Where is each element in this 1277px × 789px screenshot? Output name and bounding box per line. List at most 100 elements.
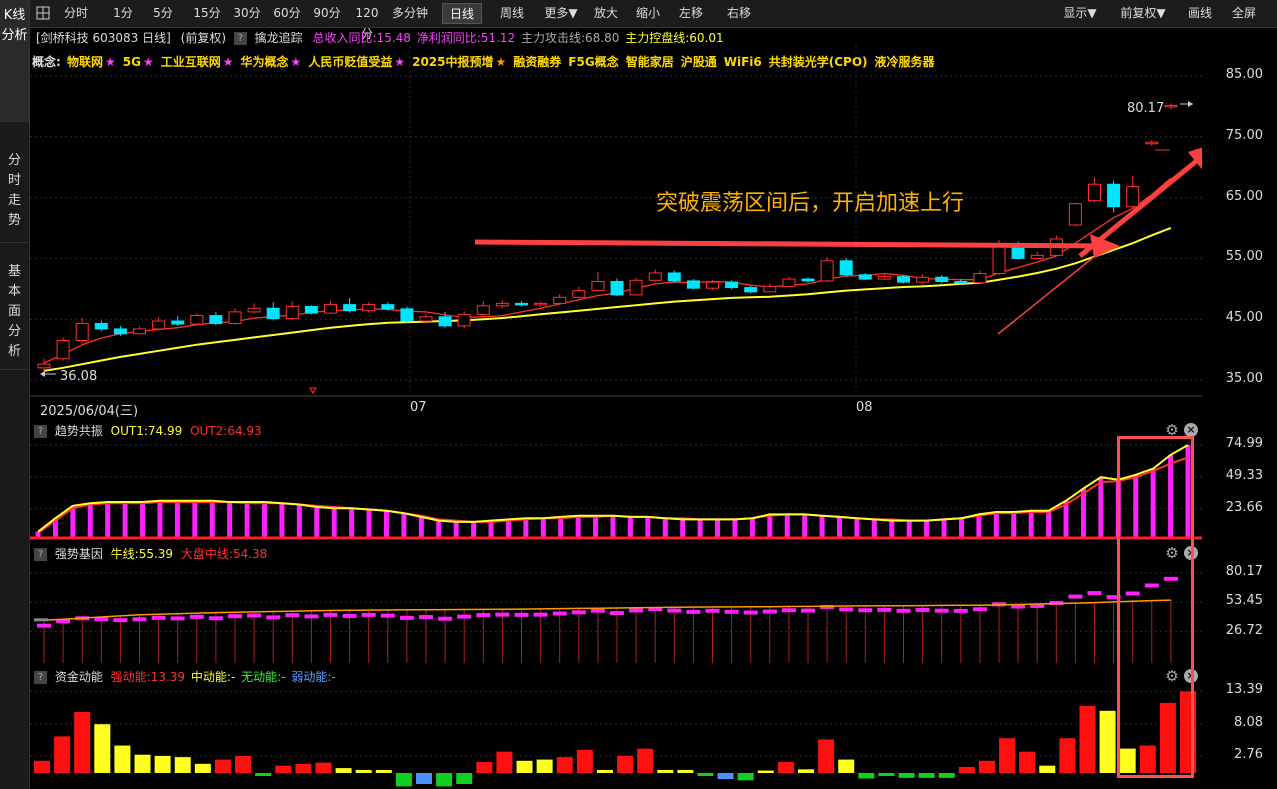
candle-body bbox=[1107, 183, 1121, 208]
period-btn[interactable]: 周线 bbox=[494, 3, 530, 24]
gene-block bbox=[667, 608, 682, 613]
gene-block bbox=[762, 609, 777, 614]
gene-block bbox=[552, 611, 567, 616]
period-btn[interactable]: 90分 bbox=[310, 3, 344, 24]
month-label: 07 bbox=[410, 400, 427, 415]
period-btn[interactable]: 15分 bbox=[190, 3, 224, 24]
gene-block bbox=[724, 609, 739, 614]
candle-body bbox=[686, 280, 700, 289]
period-btn[interactable]: 缩小 bbox=[630, 3, 666, 24]
momentum-bar bbox=[416, 773, 432, 784]
trend-bar bbox=[558, 516, 564, 538]
period-btn[interactable]: 60分 bbox=[270, 3, 304, 24]
period-btn[interactable]: 放大 bbox=[588, 3, 624, 24]
price-tick-label: 55.00 bbox=[1225, 249, 1263, 265]
candle-body bbox=[897, 276, 910, 283]
adjust-menu[interactable]: 前复权▼ bbox=[1110, 3, 1176, 24]
help-icon[interactable]: ? bbox=[34, 671, 47, 684]
trend-bar bbox=[366, 509, 372, 538]
momentum-bar bbox=[958, 766, 975, 773]
help-icon[interactable]: ? bbox=[34, 425, 47, 438]
kline-chart[interactable] bbox=[30, 46, 1202, 418]
trend-bar bbox=[749, 518, 755, 538]
period-btn[interactable]: 120分 bbox=[350, 3, 384, 41]
momentum-bar bbox=[54, 736, 71, 773]
draw-button[interactable]: 画线 bbox=[1180, 3, 1220, 24]
candle-body bbox=[75, 322, 89, 341]
period-btn[interactable]: 日线 bbox=[442, 3, 482, 24]
candle-body bbox=[247, 307, 261, 313]
tab-timeshare[interactable]: 分时走势 bbox=[0, 123, 29, 243]
trend-panel-title: 趋势共振 bbox=[54, 424, 103, 438]
grid-icon[interactable] bbox=[34, 3, 52, 24]
strong-axis: 80.17 53.45 26.72 bbox=[1203, 563, 1277, 663]
candle-body bbox=[56, 339, 70, 360]
gene-block bbox=[571, 610, 586, 615]
trend-bar bbox=[627, 516, 633, 538]
close-icon[interactable]: × bbox=[1184, 423, 1198, 437]
period-btn[interactable]: 右移 bbox=[720, 3, 758, 24]
candle-body bbox=[476, 305, 490, 315]
tab-kline-analysis[interactable]: K线分析 bbox=[0, 0, 29, 122]
candle-body bbox=[400, 308, 414, 322]
candle-body bbox=[94, 322, 108, 330]
candle-body bbox=[285, 305, 299, 320]
gene-block bbox=[228, 614, 242, 619]
gene-block bbox=[266, 615, 281, 620]
momentum-bar bbox=[355, 769, 372, 773]
momentum-bar bbox=[235, 755, 252, 773]
fullscreen-button[interactable]: 全屏 bbox=[1224, 3, 1264, 24]
momentum-bar bbox=[1099, 710, 1116, 773]
period-btn[interactable]: 1分 bbox=[108, 3, 138, 24]
candle-body bbox=[419, 316, 433, 322]
trend-bar bbox=[331, 508, 337, 538]
candle-body bbox=[534, 302, 548, 306]
high-price-label: 80.17 bbox=[1127, 101, 1165, 116]
momentum-bar bbox=[154, 755, 171, 773]
gene-block bbox=[399, 615, 414, 620]
momentum-bar bbox=[818, 739, 835, 773]
period-btn[interactable]: 多分钟 bbox=[388, 3, 432, 24]
strong-gene-chart[interactable] bbox=[30, 563, 1202, 663]
mid-momentum: 中动能:- bbox=[190, 670, 236, 684]
candle-body bbox=[572, 290, 586, 298]
period-btn[interactable]: 更多▼ bbox=[540, 3, 582, 24]
candle-body bbox=[209, 315, 223, 324]
fund-momentum-chart[interactable] bbox=[30, 685, 1202, 789]
momentum-bar bbox=[255, 773, 272, 777]
candle-body bbox=[190, 315, 204, 325]
help-icon[interactable]: ? bbox=[34, 548, 47, 561]
momentum-bar bbox=[1039, 765, 1056, 773]
candle-body bbox=[515, 302, 528, 306]
period-btn[interactable]: 30分 bbox=[230, 3, 264, 24]
gene-block bbox=[457, 614, 472, 619]
price-tick-label: 75.00 bbox=[1225, 127, 1263, 143]
candle-body bbox=[858, 274, 872, 280]
trend-bar bbox=[767, 514, 773, 538]
gene-block bbox=[514, 612, 529, 617]
trend-resonance-chart[interactable] bbox=[30, 438, 1202, 542]
trend-bar bbox=[105, 502, 111, 538]
gene-block bbox=[839, 607, 854, 612]
period-btn[interactable]: 左移 bbox=[672, 3, 710, 24]
candle-body bbox=[1126, 186, 1140, 208]
candle-body bbox=[839, 260, 853, 276]
fund-axis: 13.39 8.08 2.76 bbox=[1203, 682, 1277, 789]
gene-block bbox=[915, 607, 930, 612]
help-icon[interactable]: ? bbox=[233, 32, 247, 45]
candle-body bbox=[457, 313, 471, 327]
period-btn[interactable]: 5分 bbox=[148, 3, 178, 24]
momentum-bar bbox=[838, 759, 855, 773]
display-menu[interactable]: 显示▼ bbox=[1052, 3, 1108, 24]
toolbar: 分时 1分 5分 15分 30分 60分 90分 120分 多分钟 日线 周线 更多▼ 放大 缩小 左移 右移… bbox=[30, 0, 1277, 41]
candle-body bbox=[744, 287, 758, 293]
trend-bar bbox=[418, 516, 424, 538]
gene-block bbox=[1068, 594, 1083, 599]
period-btn[interactable]: 分时 bbox=[58, 3, 94, 24]
adjust-mode: (前复权) bbox=[180, 31, 227, 45]
tab-fundamental[interactable]: 基本面分析 bbox=[0, 244, 29, 370]
gene-block bbox=[972, 607, 987, 612]
momentum-bar bbox=[496, 751, 513, 773]
gene-block bbox=[686, 609, 701, 614]
trend-bar bbox=[732, 519, 738, 538]
